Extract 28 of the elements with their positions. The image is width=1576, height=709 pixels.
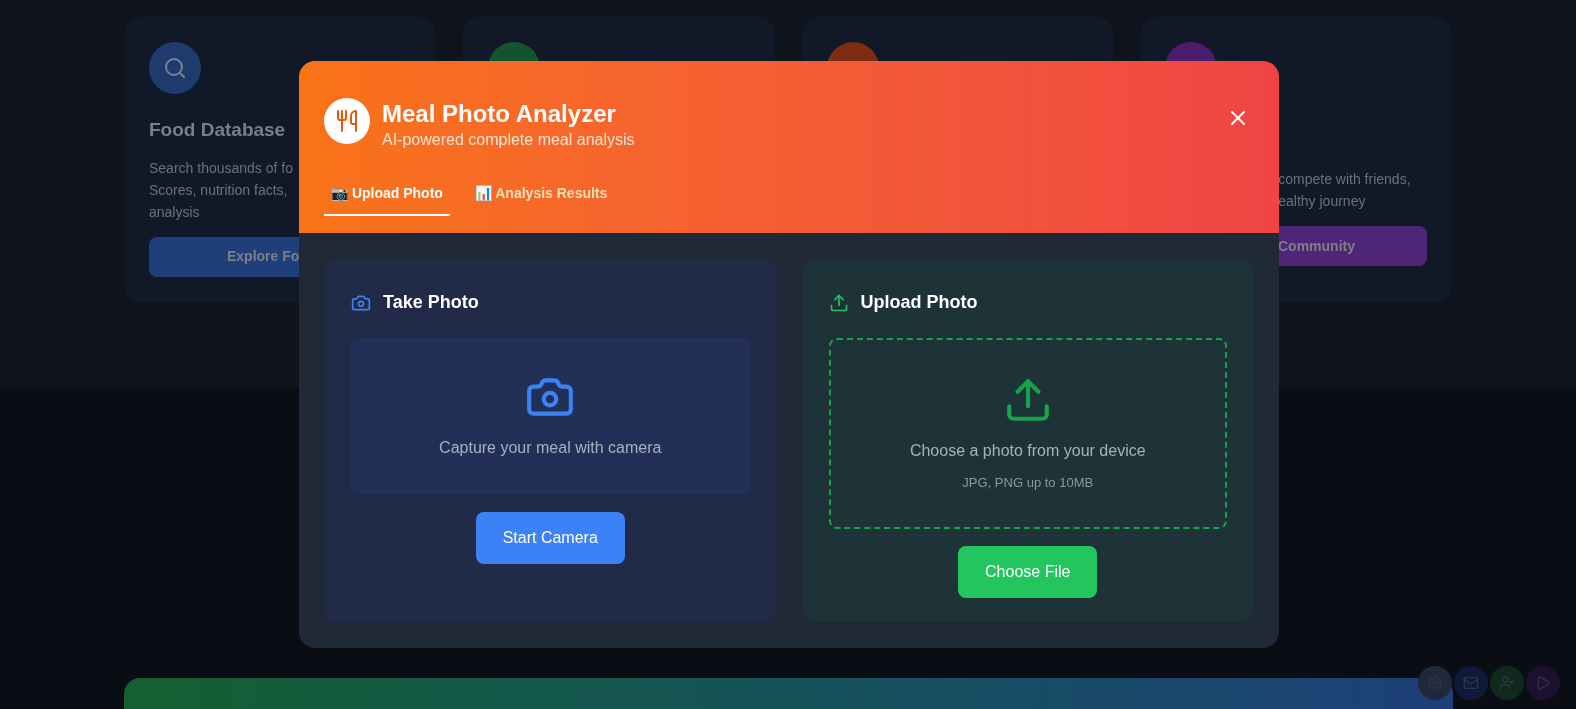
feature-description: ealthy journey [1278,192,1366,211]
mail-icon [1463,675,1479,691]
upload-hint: JPG, PNG up to 10MB [962,473,1094,492]
feature-description: analysis [149,202,200,222]
feature-title: Food Database [149,118,286,142]
tab[interactable]: 📷 Upload Photo [324,183,450,216]
play-icon [1535,675,1551,691]
tab[interactable]: 📊 Analysis Results [467,183,615,216]
upload-icon [828,292,849,313]
start-camera-button[interactable]: Start Camera [475,512,625,564]
floating-button[interactable] [1490,666,1524,700]
floating-button[interactable] [1418,666,1452,700]
camera-prompt: Capture your meal with camera [439,438,662,458]
floating-button[interactable] [1526,666,1560,700]
upload-drop-zone[interactable]: Choose a photo from your device JPG, PNG up to 10MB [828,338,1227,529]
modal-subtitle: AI-powered complete meal analysis [382,130,635,150]
search-icon [163,56,187,80]
panel-heading: Upload Photo [860,291,978,314]
floating-button[interactable] [1454,666,1488,700]
panel-heading: Take Photo [383,291,479,314]
feature-description: compete with friends, [1278,170,1411,189]
feature-description: Scores, nutrition facts, [149,180,288,200]
choose-file-button[interactable]: Choose File [958,546,1098,598]
add-user-icon [1499,675,1515,691]
feature-description: Search thousands of fo [149,158,293,178]
modal-title: Meal Photo Analyzer [382,99,617,129]
utensils-icon [335,109,359,133]
upload-prompt: Choose a photo from your device [909,440,1146,461]
